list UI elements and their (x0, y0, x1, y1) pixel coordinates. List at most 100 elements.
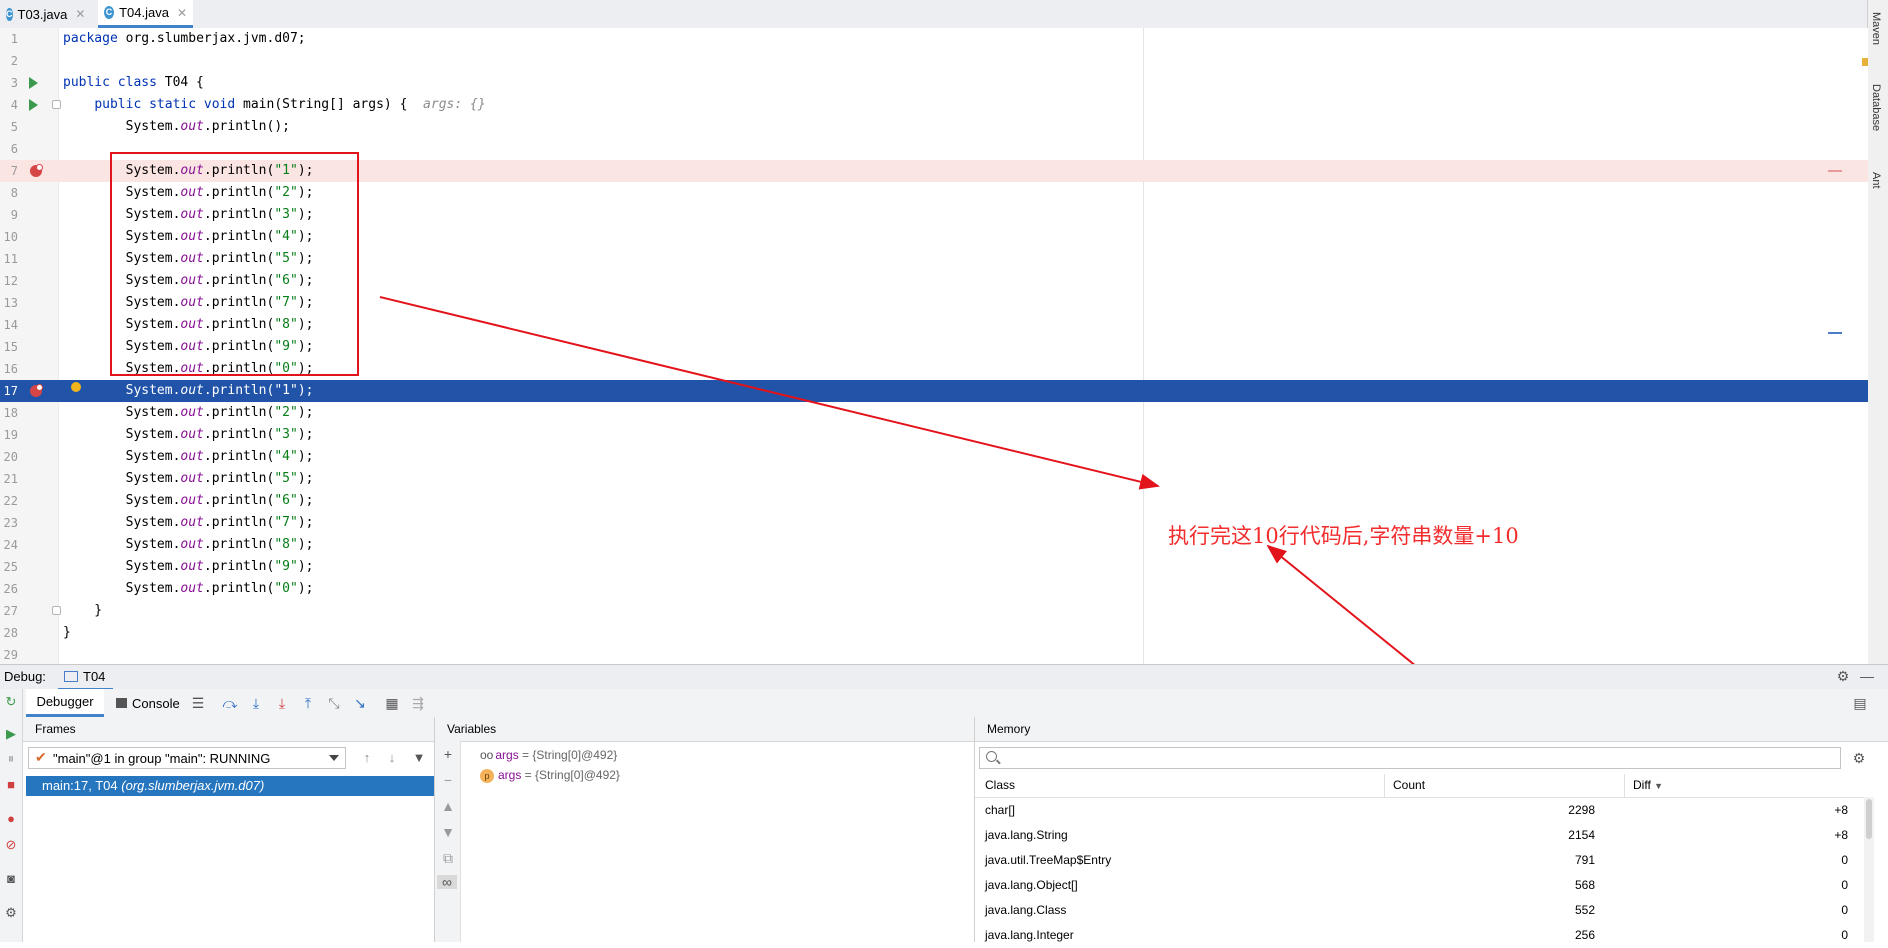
minus-icon[interactable]: − (441, 773, 455, 787)
close-icon[interactable]: ✕ (177, 6, 187, 20)
code-line[interactable]: 23 System.out.println("7"); (0, 512, 1868, 534)
step-out-icon[interactable]: ⤒ (300, 695, 316, 711)
column-count[interactable]: Count (1393, 778, 1425, 792)
code-editor[interactable]: 1 package org.slumberjax.jvm.d07; 2 3 public… (0, 28, 1868, 664)
minimize-icon[interactable]: — (1860, 669, 1874, 683)
code-token: ); (297, 317, 314, 332)
code-text: public class T04 { (63, 72, 204, 94)
code-line[interactable]: 14 System.out.println("8"); (0, 314, 1868, 336)
run-gutter-icon[interactable] (29, 99, 38, 111)
fold-icon[interactable] (52, 606, 61, 615)
code-line[interactable]: 11 System.out.println("5"); (0, 248, 1868, 270)
trace-icon[interactable]: ⇶ (410, 695, 426, 711)
code-line[interactable]: 13 System.out.println("7"); (0, 292, 1868, 314)
ant-tool-button[interactable]: Ant (1870, 172, 1882, 189)
code-line[interactable]: 22 System.out.println("6"); (0, 490, 1868, 512)
code-line[interactable]: 16 System.out.println("0"); (0, 358, 1868, 380)
tab-console[interactable]: Console (116, 689, 186, 717)
camera-icon[interactable]: ◙ (3, 871, 19, 887)
watches-toggle-icon[interactable]: ∞ (437, 875, 457, 889)
show-execution-point-icon[interactable]: ☰ (190, 695, 206, 711)
rerun-icon[interactable]: ↻ (3, 694, 19, 710)
tab-debugger[interactable]: Debugger (26, 689, 104, 717)
close-icon[interactable]: ✕ (75, 7, 85, 21)
code-token: out (180, 361, 204, 376)
mute-breakpoints-icon[interactable]: ⊘ (3, 837, 19, 853)
force-step-into-icon[interactable]: ⤓ (274, 695, 290, 711)
code-line[interactable]: 28} (0, 622, 1868, 644)
code-line[interactable]: 6 (0, 138, 1868, 160)
column-diff[interactable]: Diff ▼ (1633, 778, 1663, 792)
memory-table-row[interactable]: java.util.TreeMap$Entry 791 0 (975, 848, 1864, 873)
drop-frame-icon[interactable]: ⤡ (326, 695, 342, 711)
code-line[interactable]: 29 (0, 644, 1868, 664)
variable-row[interactable]: p args = {String[0]@492} (480, 766, 620, 784)
code-line[interactable]: 10 System.out.println("4"); (0, 226, 1868, 248)
code-line[interactable]: 9 System.out.println("3"); (0, 204, 1868, 226)
view-breakpoints-icon[interactable]: ● (3, 811, 19, 827)
memory-scrollbar[interactable] (1864, 797, 1874, 942)
code-line[interactable]: 21 System.out.println("5"); (0, 468, 1868, 490)
code-line[interactable]: 17 System.out.println("1"); (0, 380, 1868, 402)
database-tool-button[interactable]: Database (1870, 84, 1882, 131)
code-line[interactable]: 5 System.out.println(); (0, 116, 1868, 138)
memory-table-row[interactable]: java.lang.Integer 256 0 (975, 923, 1864, 948)
code-line[interactable]: 4 public static void main(String[] args)… (0, 94, 1868, 116)
move-down-icon[interactable]: ▼ (441, 825, 455, 839)
memory-settings-gear-icon[interactable]: ⚙ (1852, 751, 1866, 765)
maven-tool-button[interactable]: Maven (1870, 12, 1882, 45)
code-line[interactable]: 2 (0, 50, 1868, 72)
memory-table-row[interactable]: java.lang.Class 552 0 (975, 898, 1864, 923)
breakpoint-icon[interactable] (30, 164, 43, 177)
filter-icon[interactable]: ▼ (412, 751, 426, 765)
resume-icon[interactable]: ▶ (3, 726, 19, 742)
pause-icon[interactable]: ⏸ (3, 751, 19, 767)
code-line[interactable]: 12 System.out.println("6"); (0, 270, 1868, 292)
stop-icon[interactable]: ■ (3, 777, 19, 793)
arrow-down-icon[interactable]: ↓ (385, 751, 399, 765)
step-into-icon[interactable]: ⤓ (248, 695, 264, 711)
code-text: System.out.println("7"); (63, 292, 314, 314)
debug-session-tab[interactable]: T04 (58, 669, 114, 691)
memory-table-row[interactable]: char[] 2298 +8 (975, 798, 1864, 823)
memory-table-row[interactable]: java.lang.Object[] 568 0 (975, 873, 1864, 898)
tab-t04-java[interactable]: C T04.java ✕ (98, 0, 193, 28)
memory-diff-cell: +8 (1834, 828, 1848, 842)
plus-icon[interactable]: + (441, 747, 455, 761)
tab-t03-java[interactable]: C T03.java ✕ (0, 0, 85, 28)
copy-icon[interactable]: ⧉ (441, 851, 455, 865)
code-line[interactable]: 1 package org.slumberjax.jvm.d07; (0, 28, 1868, 50)
step-over-icon[interactable]: ⤼ (222, 695, 238, 711)
code-line[interactable]: 19 System.out.println("3"); (0, 424, 1868, 446)
arrow-up-icon[interactable]: ↑ (360, 751, 374, 765)
move-up-icon[interactable]: ▲ (441, 799, 455, 813)
memory-search-input[interactable] (979, 747, 1841, 769)
thread-selector[interactable]: ✔ "main"@1 in group "main": RUNNING (28, 747, 346, 769)
code-line[interactable]: 8 System.out.println("2"); (0, 182, 1868, 204)
run-gutter-icon[interactable] (29, 77, 38, 89)
code-line[interactable]: 25 System.out.println("9"); (0, 556, 1868, 578)
column-class[interactable]: Class (985, 778, 1015, 792)
fold-icon[interactable] (52, 100, 61, 109)
settings-gear-icon[interactable]: ⚙ (1836, 669, 1850, 683)
evaluate-expression-icon[interactable]: ▦ (384, 695, 400, 711)
code-line[interactable]: 18 System.out.println("2"); (0, 402, 1868, 424)
code-line[interactable]: 26 System.out.println("0"); (0, 578, 1868, 600)
code-line[interactable]: 7 System.out.println("1"); (0, 160, 1868, 182)
inspection-status-icon[interactable] (1862, 58, 1868, 66)
variable-row[interactable]: oo args = {String[0]@492} (480, 746, 617, 764)
breakpoint-icon[interactable] (30, 384, 43, 397)
settings-gear-icon[interactable]: ⚙ (3, 905, 19, 921)
code-line[interactable]: 3 public class T04 { (0, 72, 1868, 94)
code-line[interactable]: 27 } (0, 600, 1868, 622)
code-token: .println( (203, 559, 275, 574)
run-to-cursor-icon[interactable]: ↘ (352, 695, 368, 711)
line-number: 8 (10, 186, 18, 200)
code-line[interactable]: 20 System.out.println("4"); (0, 446, 1868, 468)
code-line[interactable]: 15 System.out.println("9"); (0, 336, 1868, 358)
stack-frame-row[interactable]: main:17, T04 (org.slumberjax.jvm.d07) (26, 776, 434, 796)
layout-icon[interactable]: ▤ (1852, 695, 1868, 711)
memory-table-row[interactable]: java.lang.String 2154 +8 (975, 823, 1864, 848)
code-line[interactable]: 24 System.out.println("8"); (0, 534, 1868, 556)
code-token: } (63, 603, 103, 618)
